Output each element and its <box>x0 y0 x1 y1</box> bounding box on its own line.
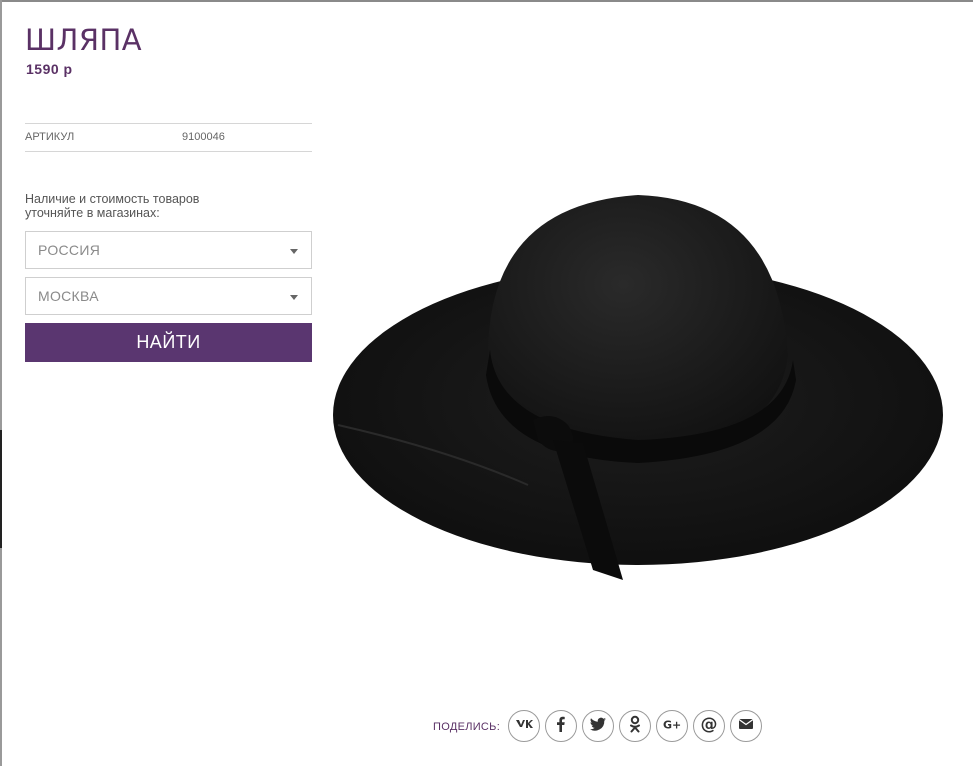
odnoklassniki-share-button[interactable] <box>619 710 651 742</box>
country-select-value: РОССИЯ <box>38 242 101 258</box>
share-label: ПОДЕЛИСЬ: <box>433 721 501 733</box>
vk-share-button[interactable] <box>508 710 540 742</box>
country-select[interactable]: РОССИЯ <box>25 231 312 269</box>
availability-note: Наличие и стоимость товаров уточняйте в … <box>25 192 200 220</box>
product-title: ШЛЯПА <box>25 23 143 57</box>
product-price: 1590 р <box>26 61 73 77</box>
vk-icon <box>514 714 534 739</box>
facebook-icon <box>551 714 571 739</box>
find-button[interactable]: НАЙТИ <box>25 323 312 362</box>
sku-row: АРТИКУЛ 9100046 <box>25 123 312 152</box>
twitter-share-button[interactable] <box>582 710 614 742</box>
svg-text:@: @ <box>701 714 718 734</box>
mail-ru-share-button[interactable]: @ <box>693 710 725 742</box>
google-plus-share-button[interactable]: G+ <box>656 710 688 742</box>
mail-ru-icon: @ <box>699 714 719 739</box>
twitter-icon <box>588 714 608 739</box>
google-plus-icon: G+ <box>662 714 682 739</box>
window-frame-shadow <box>0 430 2 548</box>
chevron-down-icon <box>290 249 298 254</box>
email-share-button[interactable] <box>730 710 762 742</box>
odnoklassniki-icon <box>625 714 645 739</box>
window-frame-left <box>0 0 2 766</box>
product-image <box>333 195 943 580</box>
window-frame-top <box>0 0 973 2</box>
city-select[interactable]: МОСКВА <box>25 277 312 315</box>
sku-value: 9100046 <box>182 131 225 143</box>
city-select-value: МОСКВА <box>38 288 99 304</box>
sku-label: АРТИКУЛ <box>25 131 75 143</box>
svg-text:G+: G+ <box>663 718 681 731</box>
chevron-down-icon <box>290 295 298 300</box>
email-icon <box>736 714 756 739</box>
facebook-share-button[interactable] <box>545 710 577 742</box>
